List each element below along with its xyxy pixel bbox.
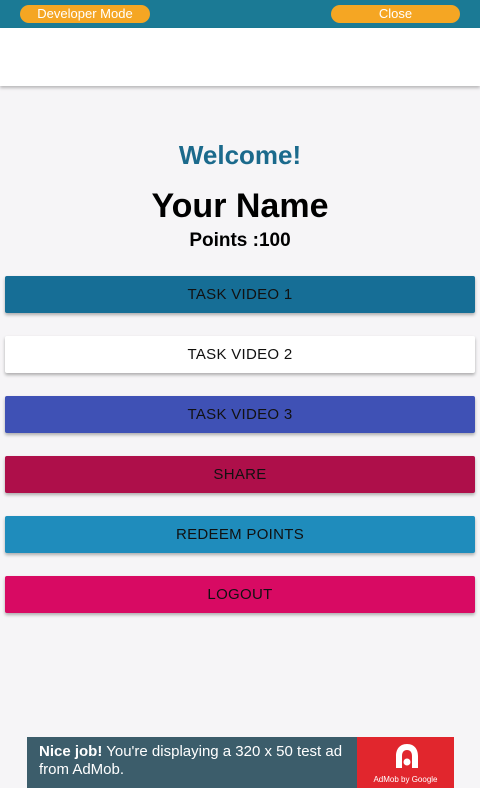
ad-text: Nice job! You're displaying a 320 x 50 t…	[39, 743, 359, 779]
user-name: Your Name	[151, 187, 329, 225]
task-video-1-button[interactable]: TASK VIDEO 1	[5, 276, 475, 313]
developer-bar: Developer Mode Close	[0, 0, 480, 28]
logout-button[interactable]: LOGOUT	[5, 576, 475, 613]
admob-logo-icon	[396, 744, 418, 768]
points-label: Points :100	[189, 230, 291, 251]
welcome-heading: Welcome!	[178, 140, 302, 170]
task-video-2-button[interactable]: TASK VIDEO 2	[5, 336, 475, 373]
share-button[interactable]: SHARE	[5, 456, 475, 493]
task-video-3-button[interactable]: TASK VIDEO 3	[5, 396, 475, 433]
ad-banner[interactable]: Nice job! You're displaying a 320 x 50 t…	[27, 737, 454, 788]
ad-headline: Nice job!	[39, 743, 103, 760]
close-button[interactable]: Close	[331, 5, 460, 23]
admob-logo-text: AdMob by Google	[373, 775, 438, 784]
redeem-points-button[interactable]: REDEEM POINTS	[5, 516, 475, 553]
admob-logo: AdMob by Google	[357, 737, 454, 788]
app-bar	[0, 28, 480, 86]
developer-mode-button[interactable]: Developer Mode	[20, 5, 150, 23]
